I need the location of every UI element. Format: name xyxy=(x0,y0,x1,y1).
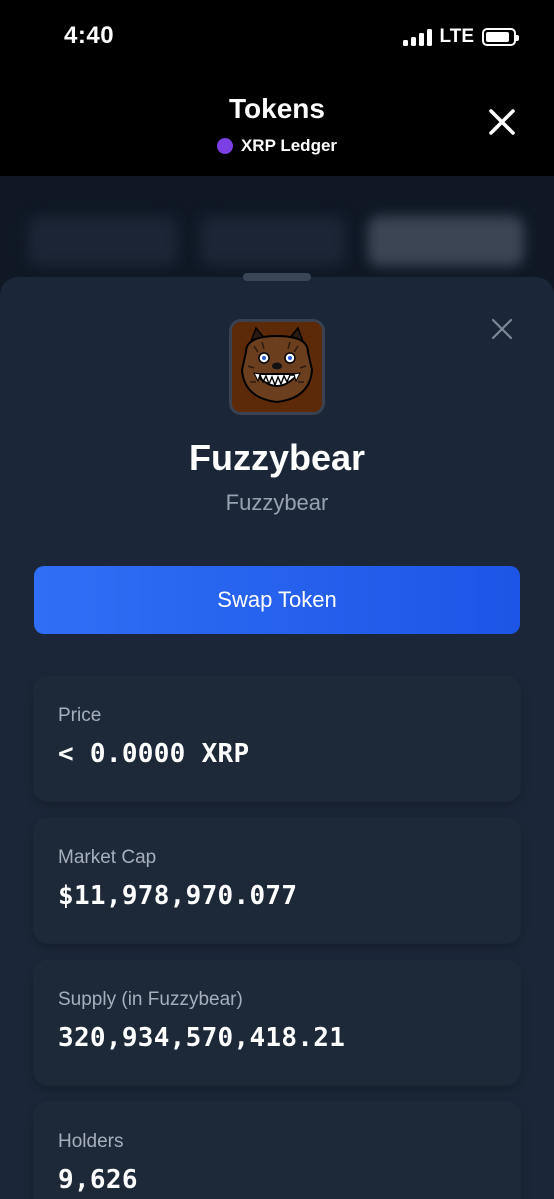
token-symbol: Fuzzybear xyxy=(225,490,329,515)
stat-label: Holders xyxy=(58,1131,124,1152)
sheet-grabber[interactable] xyxy=(243,273,311,281)
chain-name: XRP Ledger xyxy=(240,136,338,155)
stat-value: 9,626 xyxy=(58,1165,138,1195)
status-bar: 4:40 LTE xyxy=(0,0,554,76)
close-icon[interactable] xyxy=(486,106,518,138)
sheet-close-icon[interactable] xyxy=(490,317,514,341)
battery-icon xyxy=(482,28,519,46)
token-detail-sheet: Fuzzybear Fuzzybear Swap Token Price < 0… xyxy=(0,273,554,1199)
stat-card-price: Price < 0.0000 XRP xyxy=(34,677,520,801)
chain-indicator: XRP Ledger xyxy=(0,136,554,156)
swap-token-button[interactable]: Swap Token xyxy=(34,566,520,634)
stat-card-holders: Holders 9,626 xyxy=(34,1103,520,1199)
token-name: Fuzzybear xyxy=(188,437,366,478)
stat-label: Supply (in Fuzzybear) xyxy=(58,989,243,1010)
stat-value: 320,934,570,418.21 xyxy=(58,1023,346,1053)
network-label: LTE xyxy=(439,26,474,47)
blurred-element xyxy=(28,216,178,266)
stat-card-market-cap: Market Cap $11,978,970.077 xyxy=(34,819,520,943)
status-indicators: LTE xyxy=(402,26,519,48)
blurred-element xyxy=(368,216,524,266)
header: Tokens XRP Ledger xyxy=(0,76,554,176)
fuzzybear-logo-icon xyxy=(229,319,325,415)
status-time: 4:40 xyxy=(64,22,115,49)
stat-label: Market Cap xyxy=(58,847,157,868)
stat-label: Price xyxy=(58,705,102,726)
battery-fill xyxy=(486,32,510,42)
stat-value: < 0.0000 XRP xyxy=(58,739,250,769)
chain-dot-icon xyxy=(216,138,233,154)
stat-value: $11,978,970.077 xyxy=(58,881,298,911)
page-title: Tokens xyxy=(229,93,325,124)
stat-card-supply: Supply (in Fuzzybear) 320,934,570,418.21 xyxy=(34,961,520,1085)
signal-icon xyxy=(402,28,432,46)
blurred-element xyxy=(200,216,345,266)
screen: 4:40 LTE Tokens XRP Ledger Fuzzybear Fuz… xyxy=(0,0,554,1199)
